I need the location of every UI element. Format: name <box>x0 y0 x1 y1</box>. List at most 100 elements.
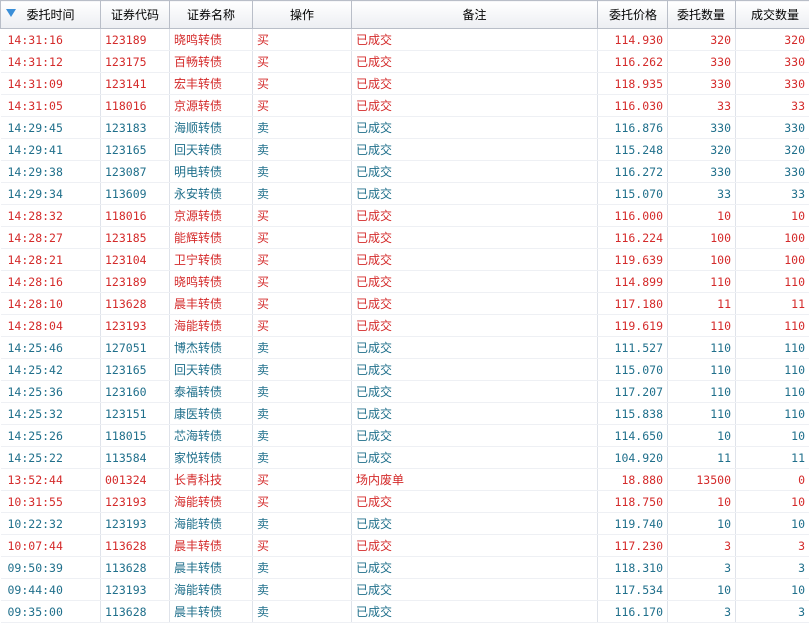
table-row[interactable]: 14:31:16 123189 晓鸣转债买已成交 114.930 320 320 <box>0 28 809 51</box>
table-row[interactable]: 14:31:09 123141 宏丰转债买已成交 118.935 330 330 <box>0 72 809 95</box>
cell-order-time: 14:28:21 <box>0 248 101 271</box>
cell-order-quantity: 110 <box>667 380 736 403</box>
cell-filled-quantity: 11 <box>735 292 809 315</box>
cell-order-quantity: 110 <box>667 358 736 381</box>
cell-security-code: 001324 <box>100 468 170 491</box>
table-row[interactable]: 10:31:55 123193 海能转债买已成交 118.750 10 10 <box>0 490 809 513</box>
cell-security-name: 百畅转债 <box>169 50 253 73</box>
table-row[interactable]: 14:29:45 123183 海顺转债卖已成交 116.876 330 330 <box>0 116 809 139</box>
cell-security-code: 123151 <box>100 402 170 425</box>
cell-security-name: 能辉转债 <box>169 226 253 249</box>
column-header-order-quantity[interactable]: 委托数量 <box>667 0 736 29</box>
cell-filled-quantity: 11 <box>735 446 809 469</box>
cell-order-time: 14:31:05 <box>0 94 101 117</box>
table-row[interactable]: 14:25:46 127051 博杰转债卖已成交 111.527 110 110 <box>0 336 809 359</box>
cell-remark: 已成交 <box>351 336 598 359</box>
cell-operation: 买 <box>252 72 352 95</box>
cell-order-price: 114.930 <box>597 28 668 51</box>
table-row[interactable]: 10:07:44 113628 晨丰转债买已成交 117.230 3 3 <box>0 534 809 557</box>
cell-order-price: 115.248 <box>597 138 668 161</box>
column-header-operation[interactable]: 操作 <box>252 0 352 29</box>
cell-order-quantity: 11 <box>667 446 736 469</box>
cell-filled-quantity: 100 <box>735 226 809 249</box>
cell-order-price: 18.880 <box>597 468 668 491</box>
cell-filled-quantity: 330 <box>735 50 809 73</box>
column-header-security-name[interactable]: 证券名称 <box>169 0 253 29</box>
cell-operation: 买 <box>252 534 352 557</box>
table-row[interactable]: 14:25:22 113584 家悦转债卖已成交 104.920 11 11 <box>0 446 809 469</box>
cell-order-time: 14:31:09 <box>0 72 101 95</box>
cell-order-price: 117.534 <box>597 578 668 601</box>
column-header-order-time[interactable]: 委托时间 <box>0 0 101 29</box>
table-row[interactable]: 14:28:16 123189 晓鸣转债买已成交 114.899 110 110 <box>0 270 809 293</box>
table-row[interactable]: 09:35:00 113628 晨丰转债卖已成交 116.170 3 3 <box>0 600 809 623</box>
cell-order-time: 10:22:32 <box>0 512 101 535</box>
cell-remark: 场内废单 <box>351 468 598 491</box>
table-row[interactable]: 14:28:21 123104 卫宁转债买已成交 119.639 100 100 <box>0 248 809 271</box>
cell-order-price: 115.070 <box>597 182 668 205</box>
column-header-filled-quantity[interactable]: 成交数量 <box>735 0 809 29</box>
cell-operation: 买 <box>252 226 352 249</box>
table-row[interactable]: 14:28:32 118016 京源转债买已成交 116.000 10 10 <box>0 204 809 227</box>
cell-order-time: 14:28:27 <box>0 226 101 249</box>
table-row[interactable]: 09:50:39 113628 晨丰转债卖已成交 118.310 3 3 <box>0 556 809 579</box>
cell-security-code: 123165 <box>100 358 170 381</box>
table-row[interactable]: 14:25:42 123165 回天转债卖已成交 115.070 110 110 <box>0 358 809 381</box>
table-row[interactable]: 14:25:32 123151 康医转债卖已成交 115.838 110 110 <box>0 402 809 425</box>
table-row[interactable]: 14:31:12 123175 百畅转债买已成交 116.262 330 330 <box>0 50 809 73</box>
cell-filled-quantity: 110 <box>735 314 809 337</box>
cell-security-code: 118015 <box>100 424 170 447</box>
cell-filled-quantity: 10 <box>735 424 809 447</box>
cell-security-name: 宏丰转债 <box>169 72 253 95</box>
cell-order-quantity: 3 <box>667 556 736 579</box>
cell-order-quantity: 330 <box>667 116 736 139</box>
cell-remark: 已成交 <box>351 182 598 205</box>
cell-security-name: 晨丰转债 <box>169 556 253 579</box>
cell-remark: 已成交 <box>351 160 598 183</box>
cell-order-quantity: 3 <box>667 534 736 557</box>
cell-operation: 卖 <box>252 336 352 359</box>
table-row[interactable]: 14:28:27 123185 能辉转债买已成交 116.224 100 100 <box>0 226 809 249</box>
table-row[interactable]: 14:28:10 113628 晨丰转债买已成交 117.180 11 11 <box>0 292 809 315</box>
column-header-security-code[interactable]: 证券代码 <box>100 0 170 29</box>
cell-security-name: 京源转债 <box>169 204 253 227</box>
cell-remark: 已成交 <box>351 358 598 381</box>
table-row[interactable]: 09:44:40 123193 海能转债卖已成交 117.534 10 10 <box>0 578 809 601</box>
table-row[interactable]: 14:29:34 113609 永安转债卖已成交 115.070 33 33 <box>0 182 809 205</box>
table-row[interactable]: 10:22:32 123193 海能转债卖已成交 119.740 10 10 <box>0 512 809 535</box>
table-row[interactable]: 14:29:41 123165 回天转债卖已成交 115.248 320 320 <box>0 138 809 161</box>
cell-order-price: 117.230 <box>597 534 668 557</box>
cell-order-time: 14:25:32 <box>0 402 101 425</box>
cell-operation: 卖 <box>252 402 352 425</box>
table-header-row: 委托时间 证券代码 证券名称 操作 备注 委托价格 委托数量 成交数量 <box>0 0 809 29</box>
cell-filled-quantity: 110 <box>735 380 809 403</box>
cell-security-name: 海能转债 <box>169 490 253 513</box>
sort-descending-icon[interactable] <box>6 9 16 17</box>
cell-security-name: 海能转债 <box>169 314 253 337</box>
table-row[interactable]: 14:25:26 118015 芯海转债卖已成交 114.650 10 10 <box>0 424 809 447</box>
table-row[interactable]: 14:25:36 123160 泰福转债卖已成交 117.207 110 110 <box>0 380 809 403</box>
table-row[interactable]: 14:31:05 118016 京源转债买已成交 116.030 33 33 <box>0 94 809 117</box>
cell-filled-quantity: 33 <box>735 94 809 117</box>
cell-security-code: 123141 <box>100 72 170 95</box>
cell-operation: 买 <box>252 314 352 337</box>
cell-order-quantity: 100 <box>667 226 736 249</box>
cell-filled-quantity: 10 <box>735 578 809 601</box>
cell-operation: 卖 <box>252 600 352 623</box>
column-header-remark[interactable]: 备注 <box>351 0 598 29</box>
cell-security-code: 113584 <box>100 446 170 469</box>
cell-remark: 已成交 <box>351 226 598 249</box>
table-row[interactable]: 14:28:04 123193 海能转债买已成交 119.619 110 110 <box>0 314 809 337</box>
cell-security-code: 123193 <box>100 512 170 535</box>
cell-remark: 已成交 <box>351 424 598 447</box>
cell-order-time: 14:29:34 <box>0 182 101 205</box>
table-row[interactable]: 13:52:44 001324 长青科技买场内废单 18.880 13500 0 <box>0 468 809 491</box>
table-row[interactable]: 14:29:38 123087 明电转债卖已成交 116.272 330 330 <box>0 160 809 183</box>
cell-order-quantity: 33 <box>667 94 736 117</box>
cell-filled-quantity: 330 <box>735 116 809 139</box>
column-header-order-price[interactable]: 委托价格 <box>597 0 668 29</box>
cell-security-name: 永安转债 <box>169 182 253 205</box>
cell-operation: 买 <box>252 50 352 73</box>
cell-order-price: 111.527 <box>597 336 668 359</box>
cell-security-code: 113628 <box>100 600 170 623</box>
